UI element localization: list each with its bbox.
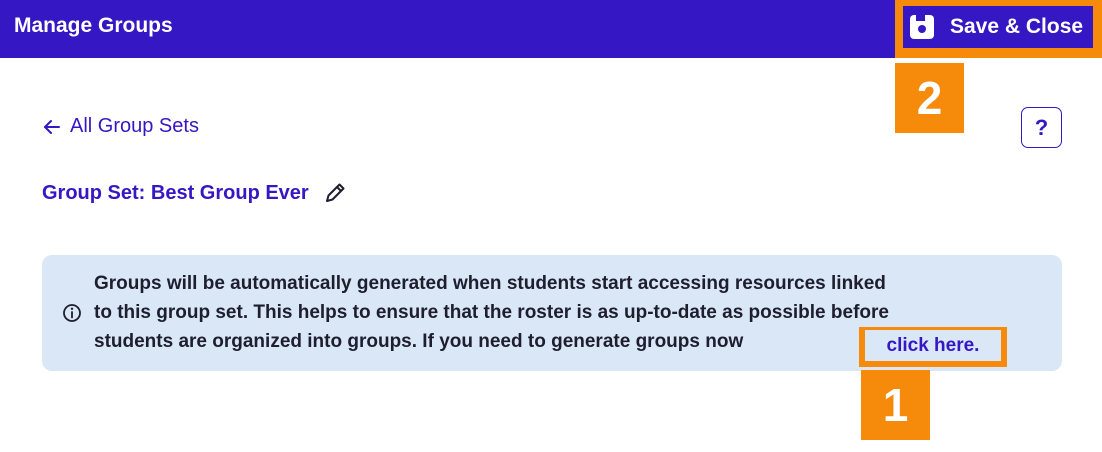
info-banner: Groups will be automatically generated w… <box>42 255 1062 371</box>
all-group-sets-link[interactable]: All Group Sets <box>42 115 199 138</box>
click-here-link[interactable]: click here. <box>865 330 1001 361</box>
click-here-highlight: click here. <box>859 327 1007 367</box>
info-icon <box>63 304 81 322</box>
pencil-icon[interactable] <box>323 181 347 205</box>
help-button[interactable]: ? <box>1021 107 1062 148</box>
callout-badge-click-here: 1 <box>861 370 930 440</box>
app-header: Manage Groups Save & Close <box>0 0 1102 58</box>
page-title: Manage Groups <box>14 14 173 37</box>
arrow-left-icon <box>44 119 60 134</box>
callout-badge-save: 2 <box>895 63 964 133</box>
group-set-name: Group Set: Best Group Ever <box>42 181 309 204</box>
floppy-disk-icon <box>910 15 934 39</box>
group-set-heading: Group Set: Best Group Ever <box>42 181 347 205</box>
save-and-close-button[interactable]: Save & Close <box>903 6 1093 48</box>
info-line: Groups will be automatically generated w… <box>94 273 886 294</box>
save-and-close-label: Save & Close <box>950 15 1084 38</box>
all-group-sets-label: All Group Sets <box>70 115 199 137</box>
info-line: to this group set. This helps to ensure … <box>94 302 889 323</box>
